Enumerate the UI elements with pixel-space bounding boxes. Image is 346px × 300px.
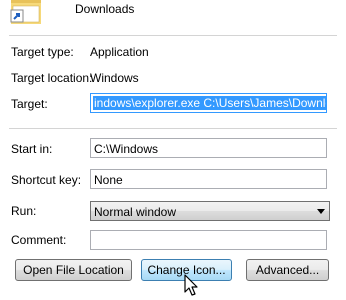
shortcut-key-input[interactable]: None xyxy=(90,169,327,189)
run-select[interactable]: Normal window xyxy=(90,201,330,221)
run-select-value: Normal window xyxy=(94,205,177,219)
start-in-text: C:\Windows xyxy=(94,142,159,156)
target-input-text: indows\explorer.exe C:\Users\James\Downl… xyxy=(93,96,326,110)
shortcut-key-text: None xyxy=(94,173,123,187)
separator xyxy=(9,128,337,129)
open-file-location-button[interactable]: Open File Location xyxy=(15,259,132,281)
start-in-label: Start in: xyxy=(11,142,53,156)
chevron-down-icon xyxy=(317,209,325,214)
target-type-label: Target type: xyxy=(11,45,74,59)
target-location-value: Windows xyxy=(90,71,139,85)
shortcut-name: Downloads xyxy=(75,2,135,16)
target-type-value: Application xyxy=(90,45,149,59)
separator xyxy=(9,35,337,36)
run-label: Run: xyxy=(11,204,37,218)
shortcut-key-label: Shortcut key: xyxy=(11,173,82,187)
comment-input[interactable] xyxy=(90,230,327,250)
target-label: Target: xyxy=(11,97,48,111)
start-in-input[interactable]: C:\Windows xyxy=(90,138,327,158)
target-location-label: Target location: xyxy=(11,71,93,85)
comment-label: Comment: xyxy=(11,233,67,247)
target-input[interactable]: indows\explorer.exe C:\Users\James\Downl… xyxy=(90,93,327,113)
folder-shortcut-icon xyxy=(10,0,41,24)
mouse-cursor-icon xyxy=(184,274,198,296)
advanced-button[interactable]: Advanced... xyxy=(246,259,329,281)
